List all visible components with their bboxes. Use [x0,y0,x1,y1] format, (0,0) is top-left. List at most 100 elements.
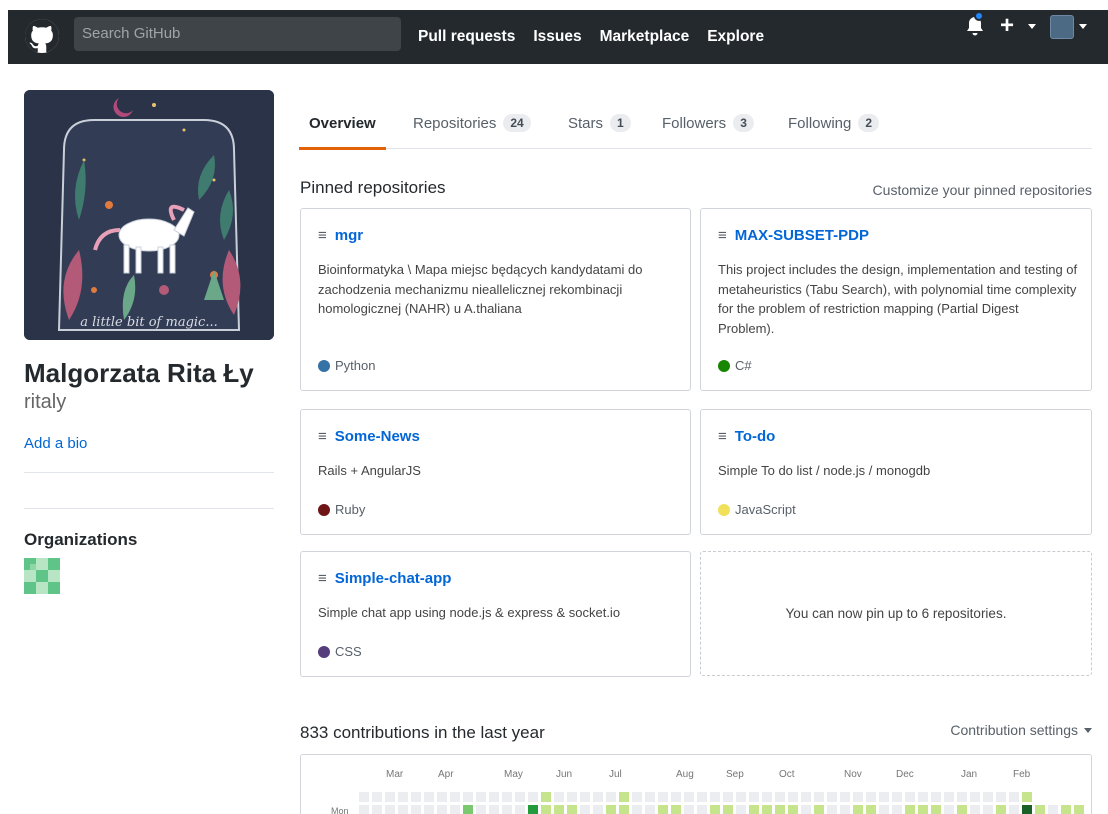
contribution-day[interactable] [554,792,564,802]
contribution-day[interactable] [554,805,564,814]
contribution-day[interactable] [515,792,525,802]
contribution-day[interactable] [398,792,408,802]
contribution-day[interactable] [645,792,655,802]
nav-marketplace[interactable]: Marketplace [600,28,690,46]
contribution-day[interactable] [502,792,512,802]
contribution-day[interactable] [515,805,525,814]
contribution-day[interactable] [463,805,473,814]
contribution-day[interactable] [580,805,590,814]
organization-avatar-icon[interactable] [24,558,60,594]
contribution-day[interactable] [658,792,668,802]
contribution-day[interactable] [944,792,954,802]
repo-link[interactable]: Simple-chat-app [335,570,452,587]
contribution-day[interactable] [931,792,941,802]
repo-link[interactable]: Some-News [335,428,420,445]
add-bio-link[interactable]: Add a bio [24,435,87,452]
contribution-day[interactable] [879,792,889,802]
contribution-day[interactable] [710,805,720,814]
chevron-down-icon[interactable] [1028,24,1036,29]
contribution-day[interactable] [398,805,408,814]
contribution-day[interactable] [463,792,473,802]
contribution-day[interactable] [424,792,434,802]
repo-link[interactable]: mgr [335,227,363,244]
contribution-day[interactable] [619,792,629,802]
contribution-day[interactable] [801,792,811,802]
contribution-day[interactable] [632,792,642,802]
contribution-day[interactable] [736,805,746,814]
contribution-day[interactable] [632,805,642,814]
contribution-day[interactable] [1022,805,1032,814]
contribution-day[interactable] [840,792,850,802]
contribution-day[interactable] [1035,805,1045,814]
contribution-day[interactable] [788,805,798,814]
contribution-day[interactable] [957,805,967,814]
contribution-day[interactable] [970,805,980,814]
contribution-day[interactable] [437,805,447,814]
contribution-day[interactable] [775,792,785,802]
contribution-day[interactable] [1022,792,1032,802]
contribution-day[interactable] [567,805,577,814]
contribution-day[interactable] [541,792,551,802]
user-avatar[interactable] [1050,15,1074,39]
contribution-day[interactable] [593,805,603,814]
contribution-day[interactable] [866,805,876,814]
contribution-day[interactable] [567,792,577,802]
contribution-day[interactable] [489,805,499,814]
contribution-day[interactable] [697,792,707,802]
contribution-day[interactable] [1074,805,1084,814]
contribution-day[interactable] [593,792,603,802]
contribution-day[interactable] [502,805,512,814]
repo-link[interactable]: MAX-SUBSET-PDP [735,227,869,244]
contribution-day[interactable] [970,792,980,802]
repo-link[interactable]: To-do [735,428,776,445]
contribution-day[interactable] [372,805,382,814]
contribution-day[interactable] [710,792,720,802]
contribution-day[interactable] [697,805,707,814]
contribution-day[interactable] [450,805,460,814]
contribution-day[interactable] [749,805,759,814]
contribution-day[interactable] [723,805,733,814]
tab-repositories[interactable]: Repositories 24 [413,97,531,149]
contribution-day[interactable] [411,792,421,802]
contribution-day[interactable] [684,805,694,814]
contribution-day[interactable] [1009,805,1019,814]
contribution-day[interactable] [840,805,850,814]
contribution-day[interactable] [437,792,447,802]
contribution-day[interactable] [359,805,369,814]
contribution-day[interactable] [775,805,785,814]
contribution-day[interactable] [372,792,382,802]
tab-overview[interactable]: Overview [299,97,386,150]
nav-explore[interactable]: Explore [707,28,764,46]
contribution-day[interactable] [476,792,486,802]
contribution-day[interactable] [1061,805,1071,814]
contribution-day[interactable] [892,805,902,814]
contribution-day[interactable] [892,792,902,802]
contribution-day[interactable] [1048,805,1058,814]
contribution-day[interactable] [489,792,499,802]
contribution-day[interactable] [879,805,889,814]
chevron-down-icon[interactable] [1079,24,1087,29]
contribution-day[interactable] [983,805,993,814]
contribution-day[interactable] [905,805,915,814]
contribution-day[interactable] [853,805,863,814]
contribution-day[interactable] [762,805,772,814]
contribution-day[interactable] [996,792,1006,802]
contribution-day[interactable] [450,792,460,802]
contribution-day[interactable] [385,792,395,802]
contribution-day[interactable] [827,805,837,814]
contribution-day[interactable] [996,805,1006,814]
contribution-day[interactable] [658,805,668,814]
contribution-day[interactable] [424,805,434,814]
contribution-day[interactable] [528,792,538,802]
contribution-day[interactable] [385,805,395,814]
contribution-day[interactable] [918,805,928,814]
github-logo-icon[interactable] [25,19,59,53]
nav-issues[interactable]: Issues [533,28,581,46]
contribution-day[interactable] [866,792,876,802]
contribution-day[interactable] [827,792,837,802]
contribution-day[interactable] [684,792,694,802]
tab-following[interactable]: Following 2 [788,97,880,149]
contribution-day[interactable] [801,805,811,814]
tab-followers[interactable]: Followers 3 [662,97,754,149]
nav-pull-requests[interactable]: Pull requests [418,28,515,46]
